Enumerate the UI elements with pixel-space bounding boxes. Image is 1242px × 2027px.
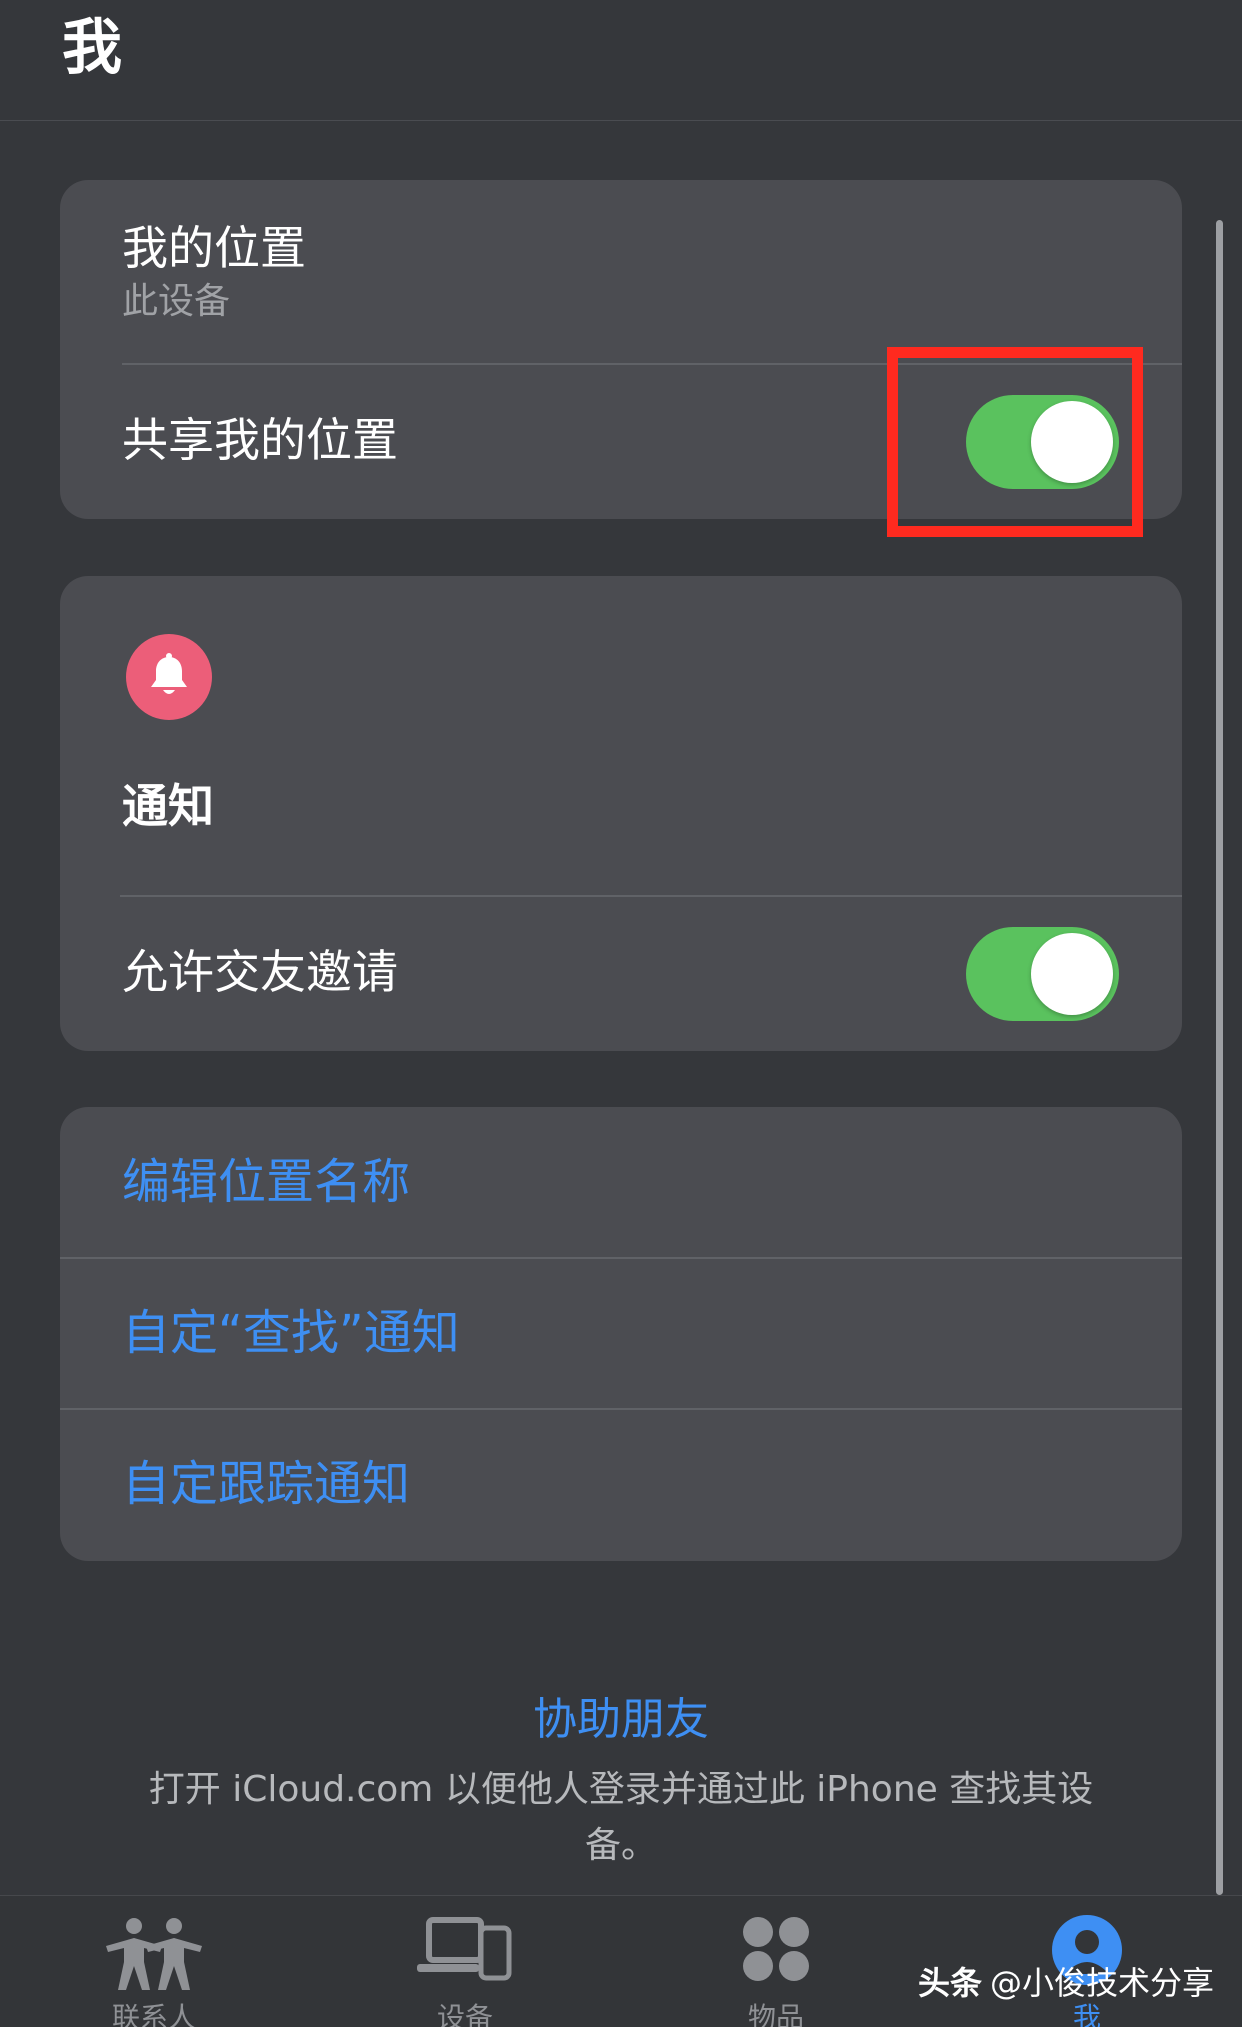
edit-location-name-button[interactable]: 编辑位置名称 xyxy=(60,1107,1182,1258)
allow-friend-requests-label: 允许交友邀请 xyxy=(122,945,398,999)
tab-people[interactable]: 联系人 xyxy=(54,1896,254,2027)
help-a-friend-description: 打开 iCloud.com 以便他人登录并通过此 iPhone 查找其设备。 xyxy=(148,1769,1094,1866)
watermark-brand: 头条 xyxy=(918,1964,983,2002)
people-icon xyxy=(106,1918,202,1990)
tab-people-label: 联系人 xyxy=(111,2001,196,2027)
navigation-header: 我 xyxy=(0,0,1242,121)
customize-tracking-notifications-button[interactable]: 自定跟踪通知 xyxy=(60,1409,1182,1560)
tab-devices-label: 设备 xyxy=(436,2001,493,2027)
notifications-badge xyxy=(126,634,212,720)
devices-icon xyxy=(417,1917,512,1981)
help-a-friend-link[interactable]: 协助朋友 xyxy=(0,1690,1242,1750)
my-location-title: 我的位置 xyxy=(122,221,306,275)
tab-items-label: 物品 xyxy=(747,2001,804,2027)
me-screen: 我 我的位置 此设备 共享我的位置 通知 允许交友邀请 编辑位置名称 自定“查找… xyxy=(0,0,1242,2027)
edit-location-name-label: 编辑位置名称 xyxy=(122,1154,411,1210)
notifications-title: 通知 xyxy=(122,779,214,833)
highlight-annotation-box xyxy=(887,347,1143,537)
watermark-handle: @小俊技术分享 xyxy=(990,1964,1215,2002)
customize-find-notifications-label: 自定“查找”通知 xyxy=(122,1305,460,1361)
customize-find-notifications-button[interactable]: 自定“查找”通知 xyxy=(60,1258,1182,1409)
customize-tracking-notifications-label: 自定跟踪通知 xyxy=(122,1456,411,1512)
items-icon xyxy=(743,1917,809,1981)
allow-friend-requests-toggle[interactable] xyxy=(966,927,1119,1021)
bell-icon xyxy=(151,653,187,694)
location-actions-card: 编辑位置名称 自定“查找”通知 自定跟踪通知 xyxy=(60,1107,1182,1561)
notifications-card: 通知 允许交友邀请 xyxy=(60,576,1182,1051)
tab-items[interactable]: 物品 xyxy=(676,1896,876,2027)
share-location-label: 共享我的位置 xyxy=(122,413,398,467)
scrollbar[interactable] xyxy=(1216,220,1223,1895)
divider xyxy=(120,895,1182,897)
toggle-knob xyxy=(1031,933,1113,1015)
my-location-subtitle: 此设备 xyxy=(122,281,231,322)
page-title: 我 xyxy=(62,13,124,83)
watermark: 头条 @小俊技术分享 xyxy=(918,1958,1214,2004)
tab-devices[interactable]: 设备 xyxy=(365,1896,565,2027)
